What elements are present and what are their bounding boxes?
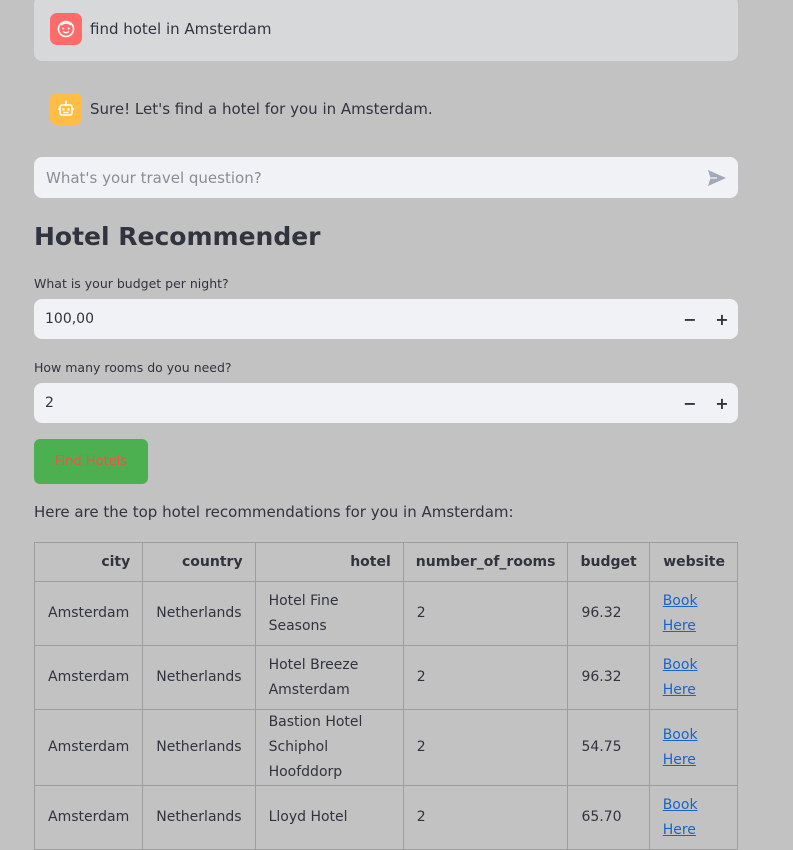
minus-icon: − bbox=[683, 393, 697, 413]
cell-budget: 65.70 bbox=[567, 785, 650, 850]
hotel-results-table: city country hotel number_of_rooms budge… bbox=[33, 542, 739, 850]
budget-increment-button[interactable]: + bbox=[706, 299, 738, 339]
plus-icon: + bbox=[715, 309, 729, 329]
cell-city: Amsterdam bbox=[33, 581, 144, 646]
book-here-link[interactable]: Book Here bbox=[663, 727, 698, 768]
book-here-link[interactable]: Book Here bbox=[663, 657, 698, 698]
plus-icon: + bbox=[715, 393, 729, 413]
cell-number-of-rooms: 2 bbox=[402, 709, 569, 786]
table-row: Amsterdam Netherlands Hotel Breeze Amste… bbox=[33, 645, 739, 710]
cell-number-of-rooms: 2 bbox=[402, 581, 569, 646]
cell-number-of-rooms: 2 bbox=[402, 645, 569, 710]
cell-website: Book Here bbox=[648, 581, 739, 646]
cell-country: Netherlands bbox=[142, 785, 256, 850]
table-row: Amsterdam Netherlands Hotel Fine Seasons… bbox=[33, 581, 739, 646]
rooms-increment-button[interactable]: + bbox=[706, 383, 738, 423]
rooms-input[interactable] bbox=[43, 394, 674, 412]
user-face-icon bbox=[50, 12, 82, 45]
cell-city: Amsterdam bbox=[33, 709, 144, 786]
cell-budget: 54.75 bbox=[567, 709, 650, 786]
cell-country: Netherlands bbox=[142, 581, 256, 646]
robot-icon bbox=[50, 93, 82, 125]
column-header-website[interactable]: website bbox=[648, 542, 739, 582]
cell-hotel: Hotel Fine Seasons bbox=[254, 581, 404, 646]
find-hotels-button[interactable]: Find Hotels bbox=[34, 439, 148, 484]
results-intro-text: Here are the top hotel recommendations f… bbox=[34, 503, 514, 521]
budget-label: What is your budget per night? bbox=[34, 276, 229, 291]
column-header-number-of-rooms[interactable]: number_of_rooms bbox=[402, 542, 569, 582]
rooms-label: How many rooms do you need? bbox=[34, 360, 232, 375]
rooms-input-container: − + bbox=[34, 383, 738, 423]
budget-decrement-button[interactable]: − bbox=[674, 299, 706, 339]
cell-website: Book Here bbox=[648, 645, 739, 710]
cell-hotel: Bastion Hotel Schiphol Hoofddorp bbox=[254, 709, 404, 786]
table-header-row: city country hotel number_of_rooms budge… bbox=[33, 542, 739, 582]
table-row: Amsterdam Netherlands Lloyd Hotel 2 65.7… bbox=[33, 785, 739, 850]
book-here-link[interactable]: Book Here bbox=[663, 593, 698, 634]
cell-website: Book Here bbox=[648, 709, 739, 786]
cell-city: Amsterdam bbox=[33, 645, 144, 710]
cell-country: Netherlands bbox=[142, 709, 256, 786]
send-button[interactable] bbox=[706, 167, 728, 189]
cell-city: Amsterdam bbox=[33, 785, 144, 850]
assistant-message-text: Sure! Let's find a hotel for you in Amst… bbox=[90, 100, 433, 118]
chat-input-container bbox=[34, 157, 738, 198]
table-row: Amsterdam Netherlands Bastion Hotel Schi… bbox=[33, 709, 739, 786]
page-title: Hotel Recommender bbox=[34, 222, 321, 251]
rooms-decrement-button[interactable]: − bbox=[674, 383, 706, 423]
cell-hotel: Hotel Breeze Amsterdam bbox=[254, 645, 404, 710]
cell-hotel: Lloyd Hotel bbox=[254, 785, 404, 850]
user-message-text: find hotel in Amsterdam bbox=[90, 19, 272, 38]
book-here-link[interactable]: Book Here bbox=[663, 797, 698, 838]
cell-number-of-rooms: 2 bbox=[402, 785, 569, 850]
user-chat-message: find hotel in Amsterdam bbox=[34, 0, 738, 61]
cell-budget: 96.32 bbox=[567, 581, 650, 646]
column-header-budget[interactable]: budget bbox=[567, 542, 650, 582]
budget-input[interactable] bbox=[43, 310, 674, 328]
assistant-chat-message: Sure! Let's find a hotel for you in Amst… bbox=[34, 80, 738, 138]
column-header-city[interactable]: city bbox=[33, 542, 144, 582]
column-header-hotel[interactable]: hotel bbox=[254, 542, 404, 582]
send-icon bbox=[708, 169, 726, 186]
budget-input-container: − + bbox=[34, 299, 738, 339]
column-header-country[interactable]: country bbox=[142, 542, 256, 582]
minus-icon: − bbox=[683, 309, 697, 329]
chat-input[interactable] bbox=[44, 167, 706, 188]
cell-website: Book Here bbox=[648, 785, 739, 850]
cell-country: Netherlands bbox=[142, 645, 256, 710]
cell-budget: 96.32 bbox=[567, 645, 650, 710]
